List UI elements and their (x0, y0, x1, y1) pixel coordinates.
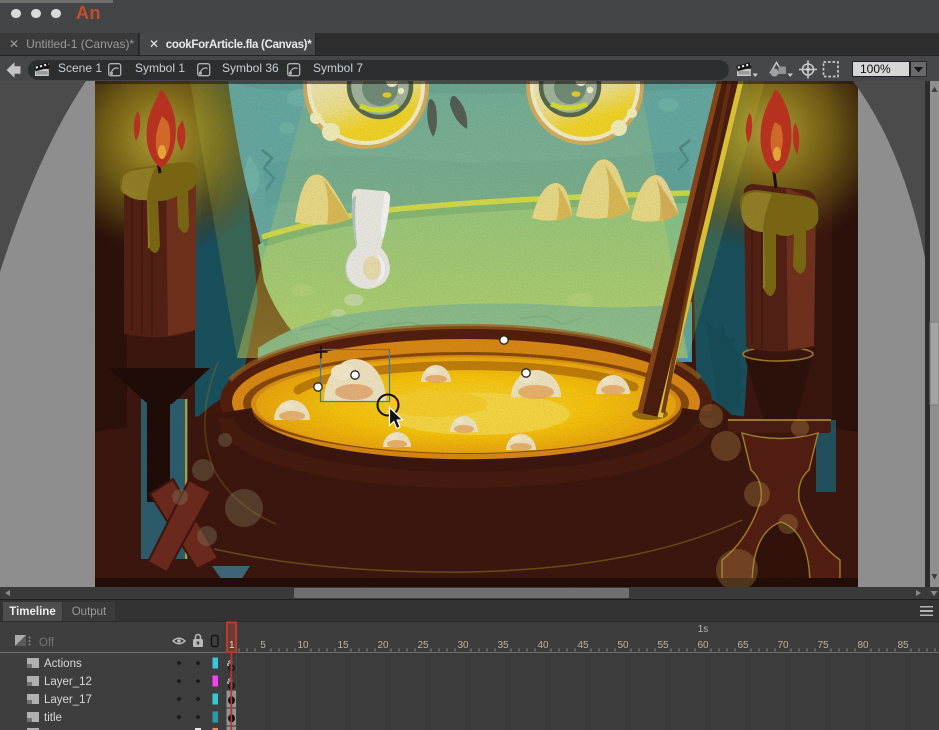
svg-text:40: 40 (537, 640, 549, 651)
svg-text:15: 15 (337, 640, 349, 651)
svg-text:60: 60 (697, 640, 709, 651)
svg-text:1: 1 (229, 640, 235, 651)
svg-text:80: 80 (857, 640, 869, 651)
svg-text:70: 70 (777, 640, 789, 651)
svg-text:Layer_17: Layer_17 (44, 694, 92, 706)
svg-text:75: 75 (817, 640, 829, 651)
svg-text:25: 25 (417, 640, 429, 651)
svg-text:title: title (44, 712, 62, 724)
svg-text:30: 30 (457, 640, 469, 651)
svg-text:55: 55 (657, 640, 669, 651)
svg-text:Actions: Actions (44, 658, 82, 670)
svg-text:1s: 1s (698, 624, 709, 635)
svg-text:10: 10 (297, 640, 309, 651)
svg-text:65: 65 (737, 640, 749, 651)
svg-text:Off: Off (39, 637, 55, 649)
svg-text:45: 45 (577, 640, 589, 651)
svg-text:85: 85 (897, 640, 909, 651)
svg-text:5: 5 (260, 640, 266, 651)
svg-text:20: 20 (377, 640, 389, 651)
svg-text:Layer_12: Layer_12 (44, 676, 92, 688)
svg-text:35: 35 (497, 640, 509, 651)
svg-text:50: 50 (617, 640, 629, 651)
